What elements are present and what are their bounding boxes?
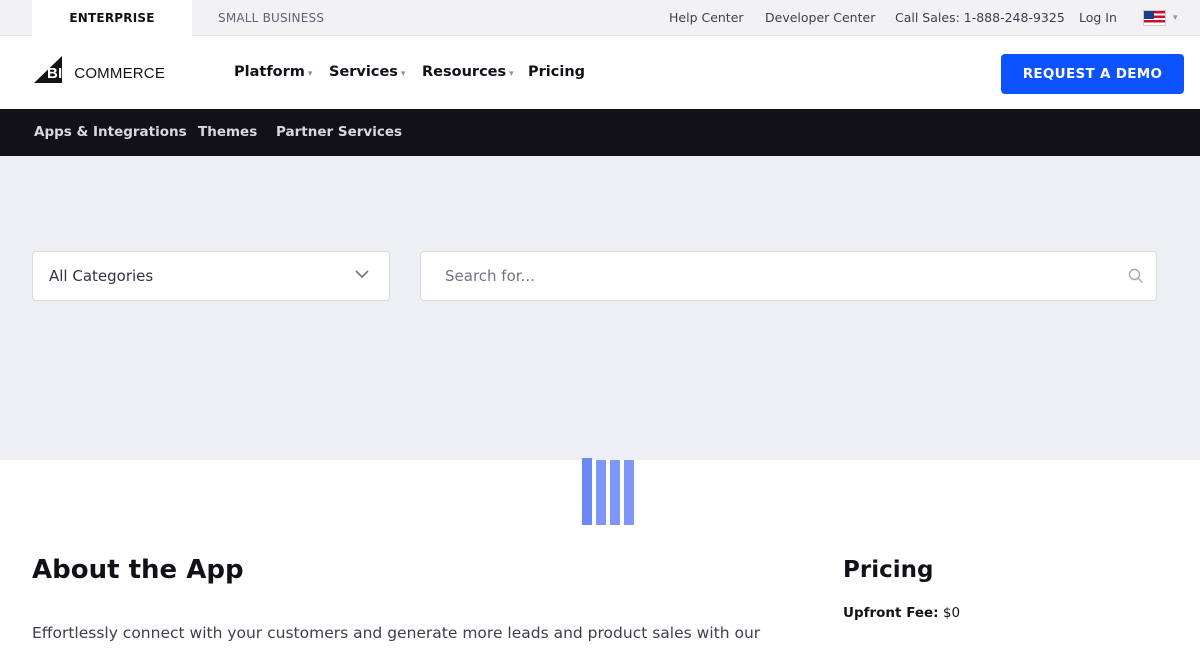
chevron-down-icon: ▾ <box>509 69 514 79</box>
logo-text: BIGCOMMERCE <box>47 65 166 82</box>
search-icon[interactable] <box>1128 268 1144 284</box>
subnav-apps-integrations[interactable]: Apps & Integrations <box>34 109 187 156</box>
search-input[interactable] <box>421 252 1156 300</box>
chevron-down-icon: ▾ <box>307 69 313 79</box>
search-band: All Categories <box>0 156 1200 460</box>
marketplace-subnav: Apps & Integrations Themes Partner Servi… <box>0 109 1200 156</box>
subnav-partner-services[interactable]: Partner Services <box>276 109 402 156</box>
request-demo-button[interactable]: REQUEST A DEMO <box>1001 54 1184 94</box>
loading-spinner <box>582 458 636 525</box>
call-sales-link[interactable]: Call Sales: 1-888-248-9325 <box>895 0 1065 36</box>
bigcommerce-logo[interactable]: BIGCOMMERCE <box>34 56 169 86</box>
loader-bar <box>596 460 606 525</box>
nav-platform[interactable]: Platform ▾ <box>234 36 312 109</box>
upfront-fee-label: Upfront Fee: <box>843 605 939 621</box>
chevron-down-icon <box>355 270 369 279</box>
main-nav: BIGCOMMERCE Platform ▾ Services ▾ Resource… <box>0 36 1200 109</box>
login-link[interactable]: Log In <box>1079 0 1117 36</box>
developer-center-link[interactable]: Developer Center <box>765 0 875 36</box>
upfront-fee: Upfront Fee: $0 <box>843 605 960 621</box>
loader-bar <box>610 460 620 525</box>
upfront-fee-value: $0 <box>942 605 961 621</box>
utility-bar: ENTERPRISE SMALL BUSINESS Help Center De… <box>0 0 1200 36</box>
about-description: Effortlessly connect with your customers… <box>32 624 761 642</box>
category-select[interactable]: All Categories <box>32 251 390 301</box>
chevron-down-icon: ▾ <box>400 69 406 79</box>
subnav-themes[interactable]: Themes <box>198 109 257 156</box>
nav-resources[interactable]: Resources ▾ <box>422 36 514 109</box>
category-select-value: All Categories <box>49 267 154 285</box>
pricing-title: Pricing <box>843 557 934 583</box>
loader-bar <box>582 458 592 525</box>
loader-bar <box>624 460 634 525</box>
about-title: About the App <box>32 555 244 585</box>
tab-small-business[interactable]: SMALL BUSINESS <box>218 0 324 36</box>
nav-pricing[interactable]: Pricing <box>528 36 585 109</box>
help-center-link[interactable]: Help Center <box>669 0 744 36</box>
us-flag-icon[interactable] <box>1143 10 1166 26</box>
search-box[interactable] <box>420 251 1157 301</box>
nav-services[interactable]: Services ▾ <box>329 36 405 109</box>
tab-enterprise[interactable]: ENTERPRISE <box>32 0 192 36</box>
chevron-down-icon[interactable]: ▾ <box>1173 13 1178 23</box>
